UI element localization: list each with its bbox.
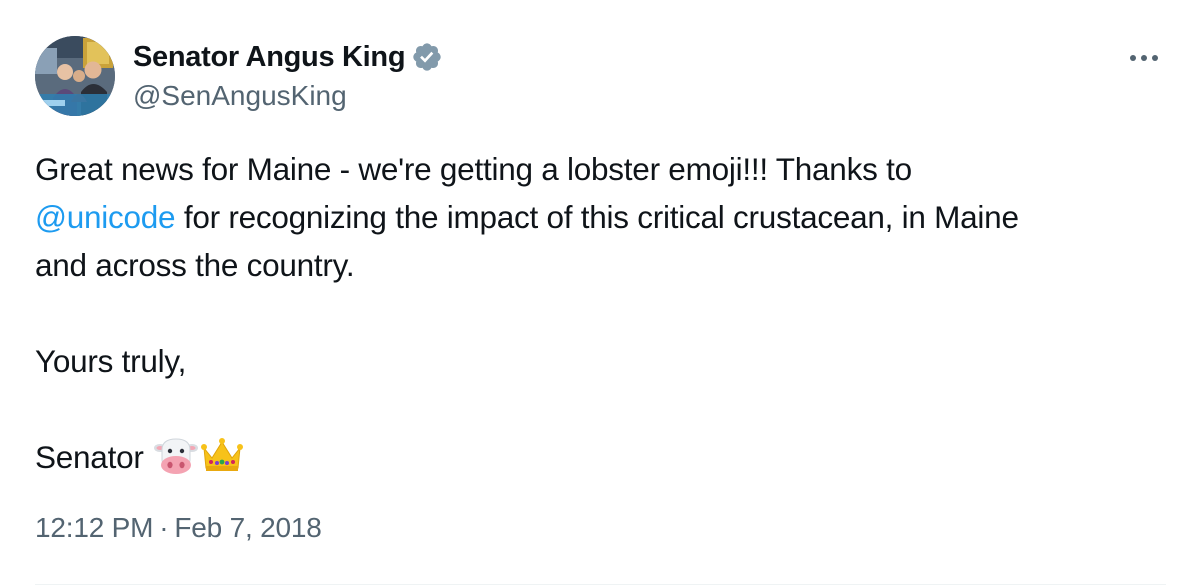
more-options-button[interactable] <box>1122 40 1166 76</box>
tweet-date: Feb 7, 2018 <box>174 512 322 543</box>
timestamp-separator: · <box>159 512 169 543</box>
more-horizontal-icon <box>1130 55 1158 61</box>
mention-link-unicode[interactable]: @unicode <box>35 199 176 235</box>
tweet-text-segment: Great news for Maine - we're getting a l… <box>35 151 912 187</box>
author-avatar[interactable] <box>35 36 115 116</box>
divider <box>35 584 1166 585</box>
tweet-text-line: @unicode for recognizing the impact of t… <box>35 193 1170 241</box>
tweet-card: Senator Angus King @SenAngusKing Great n… <box>0 0 1194 588</box>
tweet-text: Great news for Maine - we're getting a l… <box>35 145 1170 489</box>
tweet-text-segment: for recognizing the impact of this criti… <box>175 199 1019 235</box>
author-handle[interactable]: @SenAngusKing <box>133 80 347 112</box>
tweet-timestamp[interactable]: 12:12 PM · Feb 7, 2018 <box>35 512 322 544</box>
tweet-signature: Senator <box>35 433 1170 489</box>
signature-text: Senator <box>35 439 144 475</box>
tweet-text-segment: Yours truly, <box>35 343 187 379</box>
crown-emoji-icon <box>200 436 244 489</box>
tweet-closing: Yours truly, <box>35 337 1170 385</box>
author-name[interactable]: Senator Angus King <box>133 41 406 74</box>
avatar-photo <box>35 36 115 116</box>
verified-badge-icon <box>411 41 443 73</box>
cow-face-emoji-icon <box>154 436 199 489</box>
tweet-text-line: and across the country. <box>35 241 1170 289</box>
tweet-text-segment: and across the country. <box>35 247 355 283</box>
tweet-text-line: Great news for Maine - we're getting a l… <box>35 145 1170 193</box>
tweet-time: 12:12 PM <box>35 512 154 543</box>
author-name-row: Senator Angus King <box>133 38 443 76</box>
